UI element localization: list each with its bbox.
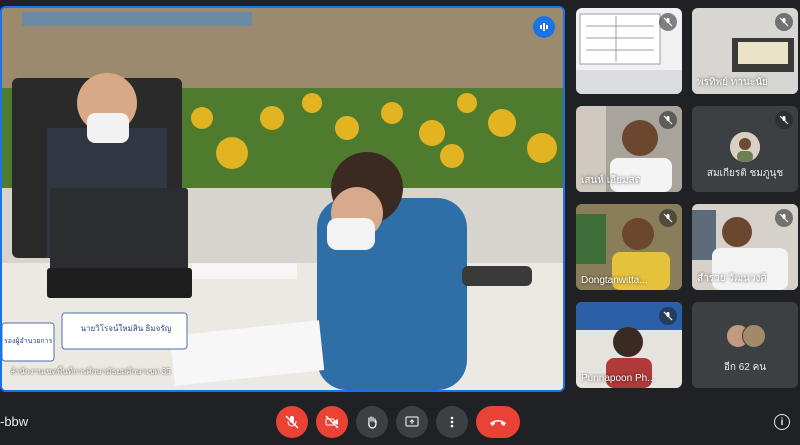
- more-options-button[interactable]: [436, 406, 468, 438]
- banner-text: สำนักงานเขตพื้นที่การศึกษามัธยมศึกษาเขต …: [10, 367, 171, 376]
- mic-off-icon: [659, 111, 677, 129]
- mic-toggle-button[interactable]: [276, 406, 308, 438]
- present-screen-button[interactable]: [396, 406, 428, 438]
- participant-name: Punnapoon Ph...: [581, 373, 656, 384]
- more-participants-label: อีก 62 คน: [723, 362, 767, 373]
- desk-sign-center: นายวิโรจน์ใหม่สิน ธิมจรัญ: [80, 324, 172, 333]
- more-participants-tile[interactable]: อีก 62 คน: [692, 302, 798, 388]
- participant-tile-7[interactable]: Punnapoon Ph...: [576, 302, 682, 388]
- participant-name: พรทิพย์ ทานะนัย: [697, 77, 768, 88]
- participant-tile-6[interactable]: สำรวย วัฒนวงศ์: [692, 204, 798, 290]
- bottom-control-bar: -bbw i: [0, 400, 800, 445]
- stacked-avatars: [726, 324, 766, 348]
- hang-up-icon: [490, 420, 506, 426]
- participant-grid: พรทิพย์ ทานะนัย เสนห์ เอี่ยมสด สมเกียรติ…: [576, 6, 800, 392]
- meeting-code: -bbw: [0, 414, 29, 429]
- participant-tile-5[interactable]: Dongtanwitta...: [576, 204, 682, 290]
- speaking-indicator-icon: [533, 16, 555, 38]
- avatar: [742, 324, 766, 348]
- participant-name: เสนห์ เอี่ยมสด: [581, 175, 642, 186]
- participant-tile-3[interactable]: เสนห์ เอี่ยมสด: [576, 106, 682, 192]
- more-vert-icon: [450, 416, 454, 428]
- mic-off-icon: [775, 111, 793, 129]
- participant-tile-1[interactable]: [576, 8, 682, 94]
- mic-off-icon: [775, 13, 793, 31]
- mic-off-icon: [659, 13, 677, 31]
- camera-toggle-button[interactable]: [316, 406, 348, 438]
- avatar: [730, 132, 760, 162]
- hand-icon: [368, 416, 377, 429]
- mic-off-icon: [659, 307, 677, 325]
- leave-call-button[interactable]: [476, 406, 520, 438]
- participant-tile-4[interactable]: สมเกียรติ ชมภูนุช: [692, 106, 798, 192]
- participant-name: สมเกียรติ ชมภูนุช: [706, 168, 784, 179]
- camera-off-icon: [325, 415, 339, 429]
- participant-name: สำรวย วัฒนวงศ์: [697, 273, 767, 284]
- mic-off-icon: [659, 209, 677, 227]
- mic-off-icon: [285, 415, 299, 429]
- present-screen-icon: [405, 416, 419, 427]
- participant-name: Dongtanwitta...: [581, 275, 648, 286]
- main-video-tile[interactable]: รองผู้อำนวยการ นายวิโรจน์ใหม่สิน ธิมจรัญ…: [0, 6, 565, 392]
- participant-tile-2[interactable]: พรทิพย์ ทานะนัย: [692, 8, 798, 94]
- mic-off-icon: [775, 209, 793, 227]
- meeting-details-info-icon[interactable]: i: [774, 414, 790, 430]
- raise-hand-button[interactable]: [356, 406, 388, 438]
- desk-sign-left: รองผู้อำนวยการ: [4, 338, 52, 345]
